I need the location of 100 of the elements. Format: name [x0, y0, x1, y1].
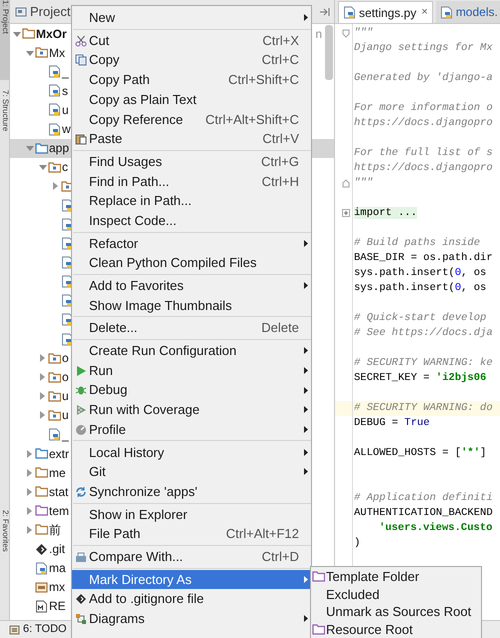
menu-item[interactable]: Find Usages Ctrl+G: [72, 152, 311, 172]
editor-tab[interactable]: models.: [436, 1, 500, 23]
project-folder-icon: [22, 27, 35, 40]
shortcut-label: Ctrl+Alt+Shift+C: [205, 110, 299, 129]
menu-item[interactable]: Delete... Delete: [72, 318, 311, 338]
menu-item[interactable]: Show in Explorer: [72, 504, 311, 524]
tree-item-label[interactable]: Mx: [49, 44, 65, 62]
code-line: For the full list of s: [354, 146, 493, 161]
menu-item[interactable]: Find in Path... Ctrl+H: [72, 172, 311, 192]
menu-item[interactable]: Copy Reference Ctrl+Alt+Shift+C: [72, 109, 311, 130]
menu-item[interactable]: New: [72, 8, 311, 28]
tree-item-label[interactable]: u: [62, 100, 69, 119]
tree-item-label[interactable]: RE: [49, 597, 66, 616]
menu-item[interactable]: Inspect Code...: [72, 210, 311, 231]
tree-item-label[interactable]: ma: [49, 559, 66, 578]
menu-item[interactable]: Add to Favorites: [72, 276, 311, 296]
menu-item[interactable]: Copy Ctrl+C: [72, 50, 311, 70]
menu-item[interactable]: Clean Python Compiled Files: [72, 253, 311, 273]
menu-item[interactable]: Diagrams: [72, 608, 311, 629]
code-line: SECRET_KEY = 'i2bjs06: [354, 371, 486, 386]
package-folder-icon: [48, 408, 61, 422]
tree-item-label[interactable]: .git: [49, 540, 66, 558]
menu-item[interactable]: Excluded: [311, 586, 481, 603]
tree-item-label[interactable]: app: [49, 139, 70, 158]
todo-icon: [9, 624, 20, 636]
menu-item[interactable]: Create Run Configuration: [72, 341, 311, 361]
code-line: Django settings for Mx: [354, 41, 493, 56]
tool-window-tab[interactable]: 2: Favorites: [0, 510, 10, 600]
path-label: n: [315, 26, 322, 43]
tree-item-label[interactable]: s: [62, 82, 68, 100]
todo-tab[interactable]: 6: TODO: [0, 621, 67, 638]
menu-item[interactable]: Replace in Path...: [72, 191, 311, 211]
menu-item[interactable]: Git: [72, 462, 311, 482]
scrollbar-thumb[interactable]: [325, 25, 333, 80]
menu-item[interactable]: Copy Path Ctrl+Shift+C: [72, 70, 311, 90]
tree-item-label[interactable]: extr: [49, 444, 70, 463]
python-file-icon: [48, 428, 61, 442]
tree-item-label[interactable]: w: [62, 120, 71, 138]
tool-window-tab[interactable]: 1: Project: [0, 0, 10, 80]
menu-item[interactable]: Run with Coverage: [72, 400, 311, 420]
python-file-icon: [61, 198, 74, 212]
menu-item[interactable]: Cut Ctrl+X: [72, 30, 311, 50]
tree-item-label[interactable]: _: [62, 62, 69, 81]
menu-item[interactable]: Template Folder: [311, 568, 481, 586]
tree-item-label[interactable]: u: [62, 406, 69, 424]
python-file-icon: [61, 275, 74, 288]
menu-item[interactable]: Synchronize 'apps': [72, 482, 311, 502]
bug-icon: [75, 384, 87, 396]
close-tab-button[interactable]: ×: [421, 4, 428, 21]
tree-item-label[interactable]: tem: [49, 502, 70, 520]
scissors-icon: [75, 34, 87, 47]
menu-item[interactable]: Run: [72, 360, 311, 380]
code-line: AUTHENTICATION_BACKEND: [354, 506, 493, 521]
python-file-icon: [48, 84, 61, 98]
code-line: # See https://docs.dja: [354, 326, 493, 341]
tree-item-label[interactable]: o: [62, 349, 69, 368]
editor-tab[interactable]: settings.py ×: [338, 1, 433, 23]
tree-item-label[interactable]: stat: [49, 482, 68, 501]
code-line: DEBUG = True: [354, 416, 430, 431]
shortcut-label: Ctrl+Alt+F12: [226, 525, 299, 544]
python-file-icon: [440, 6, 453, 18]
code-line: """: [354, 176, 373, 191]
tree-item-label[interactable]: 前: [49, 520, 61, 539]
python-file-icon: [61, 294, 74, 308]
menu-item[interactable]: Refactor: [72, 234, 311, 254]
hide-icon: [319, 6, 330, 18]
code-line: https://docs.djangopro: [354, 161, 493, 176]
menu-item[interactable]: Local History: [72, 442, 311, 462]
menu-item[interactable]: Debug: [72, 380, 311, 400]
python-file-icon: [61, 237, 74, 250]
code-line: https://docs.djangopro: [354, 116, 493, 131]
tree-item-label[interactable]: _: [62, 426, 69, 444]
menu-item[interactable]: Show Image Thumbnails: [72, 296, 311, 316]
menu-item[interactable]: Profile: [72, 420, 311, 440]
code-line: # SECURITY WARNING: do: [354, 401, 493, 416]
python-file-icon: [343, 6, 356, 19]
menu-item[interactable]: Add to .gitignore file: [72, 589, 311, 609]
menu-item[interactable]: Copy as Plain Text: [72, 90, 311, 110]
markdown-file-icon: [35, 600, 48, 613]
menu-item[interactable]: File Path Ctrl+Alt+F12: [72, 524, 311, 544]
compare-icon: [75, 550, 87, 563]
menu-item[interactable]: Mark Directory As: [72, 570, 311, 590]
tree-item-label[interactable]: o: [62, 368, 69, 386]
shortcut-label: Ctrl+V: [262, 130, 299, 148]
tree-item-label[interactable]: MxOr: [36, 24, 67, 43]
tool-window-tab[interactable]: 7: Structure: [0, 90, 10, 170]
python-file-icon: [48, 65, 61, 78]
folder-icon: [35, 142, 48, 155]
tree-item-label[interactable]: c: [62, 158, 68, 176]
menu-item[interactable]: Compare With... Ctrl+D: [72, 546, 311, 567]
menu-item[interactable]: Paste Ctrl+V: [72, 129, 311, 149]
menu-item[interactable]: Resource Root: [311, 620, 481, 638]
tree-item-label[interactable]: me: [49, 464, 66, 482]
shortcut-label: Ctrl+Shift+C: [228, 71, 299, 90]
tree-item-label[interactable]: u: [62, 387, 69, 406]
code-line: sys.path.insert(0, os: [354, 266, 486, 281]
tree-item-label[interactable]: mx: [49, 578, 65, 596]
folder-icon: [35, 466, 48, 480]
python-file-icon: [48, 103, 61, 116]
menu-item[interactable]: Unmark as Sources Root: [311, 603, 481, 620]
